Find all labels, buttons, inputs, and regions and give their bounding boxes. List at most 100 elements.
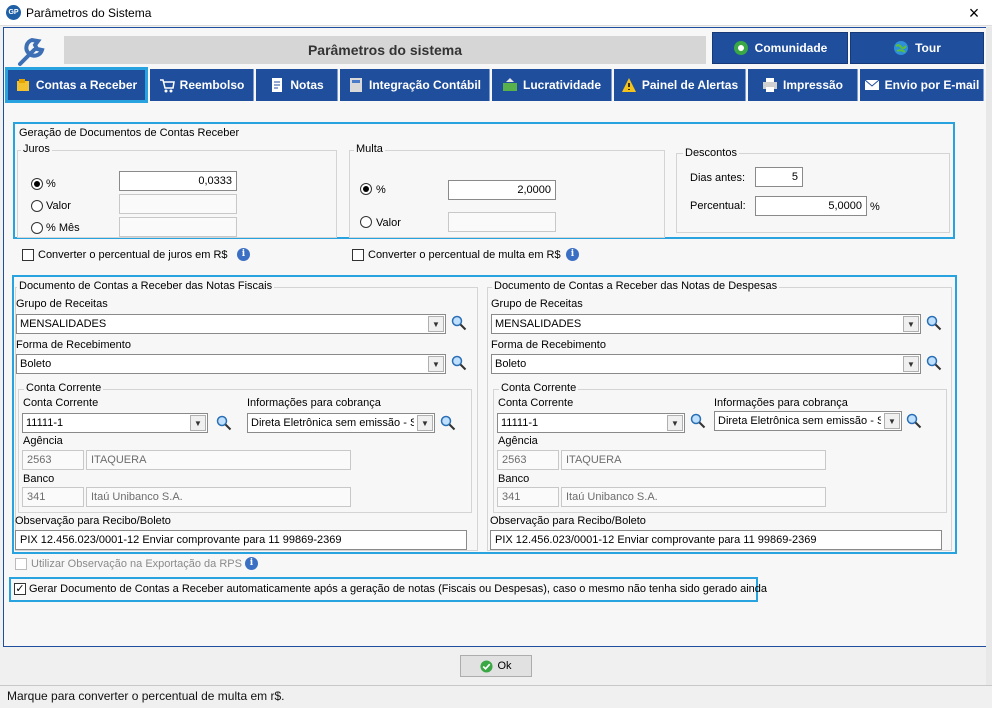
- fiscais-banco-name[interactable]: Itaú Unibanco S.A.: [86, 487, 351, 507]
- fiscais-agencia-code[interactable]: 2563: [22, 450, 84, 470]
- gerar-checkbox[interactable]: ✓: [14, 583, 26, 595]
- despesas-agencia-code[interactable]: 2563: [497, 450, 559, 470]
- search-icon[interactable]: [690, 413, 706, 429]
- chevron-down-icon: ▼: [428, 356, 444, 372]
- despesas-forma-label: Forma de Recebimento: [491, 339, 606, 351]
- coins-icon: [16, 79, 29, 91]
- despesas-grupo-label: Grupo de Receitas: [491, 298, 583, 310]
- converter-multa-checkbox[interactable]: [352, 249, 364, 261]
- gerar-label: Gerar Documento de Contas a Receber auto…: [29, 583, 768, 595]
- utilizar-obs-label: Utilizar Observação na Exportação da RPS: [31, 558, 242, 570]
- chevron-down-icon: ▼: [667, 415, 683, 431]
- ok-button[interactable]: Ok: [460, 655, 532, 677]
- despesas-banco-name[interactable]: Itaú Unibanco S.A.: [561, 487, 826, 507]
- tour-button[interactable]: Tour: [850, 32, 984, 64]
- multa-percent-label: %: [376, 184, 386, 196]
- info-icon[interactable]: i: [237, 248, 250, 261]
- despesas-banco-code[interactable]: 341: [497, 487, 559, 507]
- fiscais-conta-select[interactable]: 11111-1 ▼: [22, 413, 208, 433]
- fiscais-conta-label: Conta Corrente: [23, 397, 99, 409]
- juros-title: Juros: [21, 143, 52, 155]
- fiscais-grupo-select[interactable]: MENSALIDADES ▼: [16, 314, 446, 334]
- wrench-icon: [18, 37, 45, 66]
- scrollbar[interactable]: [986, 27, 992, 685]
- despesas-conta-group-title: Conta Corrente: [499, 382, 579, 394]
- printer-icon: [762, 78, 777, 92]
- despesas-agencia-name[interactable]: ITAQUERA: [561, 450, 826, 470]
- despesas-conta-select[interactable]: 11111-1 ▼: [497, 413, 685, 433]
- despesas-obs-input[interactable]: PIX 12.456.023/0001-12 Enviar comprovant…: [490, 530, 942, 550]
- juros-percent-mes-radio[interactable]: [31, 222, 43, 234]
- search-icon[interactable]: [451, 315, 467, 331]
- window-title: Parâmetros do Sistema: [26, 6, 152, 20]
- community-button[interactable]: Comunidade: [712, 32, 848, 64]
- descontos-group: [676, 153, 950, 233]
- multa-title: Multa: [354, 143, 385, 155]
- app-icon: GP: [6, 5, 21, 20]
- email-icon: [864, 79, 879, 90]
- dias-antes-label: Dias antes:: [690, 172, 746, 184]
- chevron-down-icon: ▼: [903, 356, 919, 372]
- search-icon[interactable]: [440, 415, 456, 431]
- check-circle-icon: [480, 659, 494, 673]
- chevron-down-icon: ▼: [884, 413, 900, 429]
- fiscais-forma-select[interactable]: Boleto ▼: [16, 354, 446, 374]
- tab-reembolso[interactable]: Reembolso: [150, 69, 254, 101]
- juros-valor-input[interactable]: [119, 194, 237, 214]
- despesas-agencia-label: Agência: [498, 435, 538, 447]
- fiscais-grupo-label: Grupo de Receitas: [16, 298, 108, 310]
- juros-percent-input[interactable]: 0,0333: [119, 171, 237, 191]
- converter-juros-checkbox[interactable]: [22, 249, 34, 261]
- info-icon[interactable]: i: [566, 248, 579, 261]
- fiscais-info-cobranca-select[interactable]: Direta Eletrônica sem emissão - Sin ▼: [247, 413, 435, 433]
- despesas-forma-select[interactable]: Boleto ▼: [491, 354, 921, 374]
- tab-painel-de-alertas[interactable]: Painel de Alertas: [614, 69, 746, 101]
- percent-sign: %: [870, 201, 880, 213]
- multa-percent-radio[interactable]: [360, 183, 372, 195]
- tab-contas-a-receber[interactable]: Contas a Receber: [5, 67, 148, 103]
- warning-icon: [621, 78, 636, 92]
- despesas-info-cobranca-label: Informações para cobrança: [714, 397, 848, 409]
- fiscais-obs-input[interactable]: PIX 12.456.023/0001-12 Enviar comprovant…: [15, 530, 467, 550]
- status-text: Marque para converter o percentual de mu…: [7, 689, 285, 703]
- despesas-info-cobranca-select[interactable]: Direta Eletrônica sem emissão - Sin ▼: [714, 411, 902, 431]
- despesas-grupo-select[interactable]: MENSALIDADES ▼: [491, 314, 921, 334]
- multa-valor-label: Valor: [376, 217, 401, 229]
- tab-notas[interactable]: Notas: [256, 69, 338, 101]
- percentual-input[interactable]: 5,0000: [755, 196, 867, 216]
- tab-impressao[interactable]: Impressão: [748, 69, 858, 101]
- fiscais-obs-label: Observação para Recibo/Boleto: [15, 515, 171, 527]
- search-icon[interactable]: [216, 415, 232, 431]
- despesas-banco-label: Banco: [498, 473, 530, 485]
- multa-valor-radio[interactable]: [360, 216, 372, 228]
- juros-percent-radio[interactable]: [31, 178, 43, 190]
- search-icon[interactable]: [926, 315, 942, 331]
- juros-percent-mes-input[interactable]: [119, 217, 237, 237]
- converter-multa-label: Converter o percentual de multa em R$: [368, 249, 561, 261]
- multa-valor-input[interactable]: [448, 212, 556, 232]
- tab-envio-por-email[interactable]: Envio por E-mail: [860, 69, 984, 101]
- fiscais-agencia-name[interactable]: ITAQUERA: [86, 450, 351, 470]
- chevron-down-icon: ▼: [428, 316, 444, 332]
- close-icon[interactable]: ×: [962, 0, 986, 26]
- despesas-conta-label: Conta Corrente: [498, 397, 574, 409]
- tab-lucratividade[interactable]: Lucratividade: [492, 69, 612, 101]
- search-icon[interactable]: [926, 355, 942, 371]
- fiscais-agencia-label: Agência: [23, 435, 63, 447]
- info-icon[interactable]: i: [245, 557, 258, 570]
- document-icon: [272, 78, 283, 92]
- search-icon[interactable]: [906, 413, 922, 429]
- tab-integracao-contabil[interactable]: Integração Contábil: [340, 69, 490, 101]
- converter-juros-label: Converter o percentual de juros em R$: [38, 249, 228, 261]
- multa-percent-input[interactable]: 2,0000: [448, 180, 556, 200]
- dias-antes-input[interactable]: 5: [755, 167, 803, 187]
- juros-valor-radio[interactable]: [31, 200, 43, 212]
- juros-percent-mes-label: % Mês: [46, 222, 80, 234]
- fiscais-conta-group-title: Conta Corrente: [24, 382, 104, 394]
- community-icon: [733, 41, 748, 55]
- search-icon[interactable]: [451, 355, 467, 371]
- chevron-down-icon: ▼: [417, 415, 433, 431]
- fiscais-forma-label: Forma de Recebimento: [16, 339, 131, 351]
- fiscais-banco-code[interactable]: 341: [22, 487, 84, 507]
- utilizar-obs-checkbox[interactable]: [15, 558, 27, 570]
